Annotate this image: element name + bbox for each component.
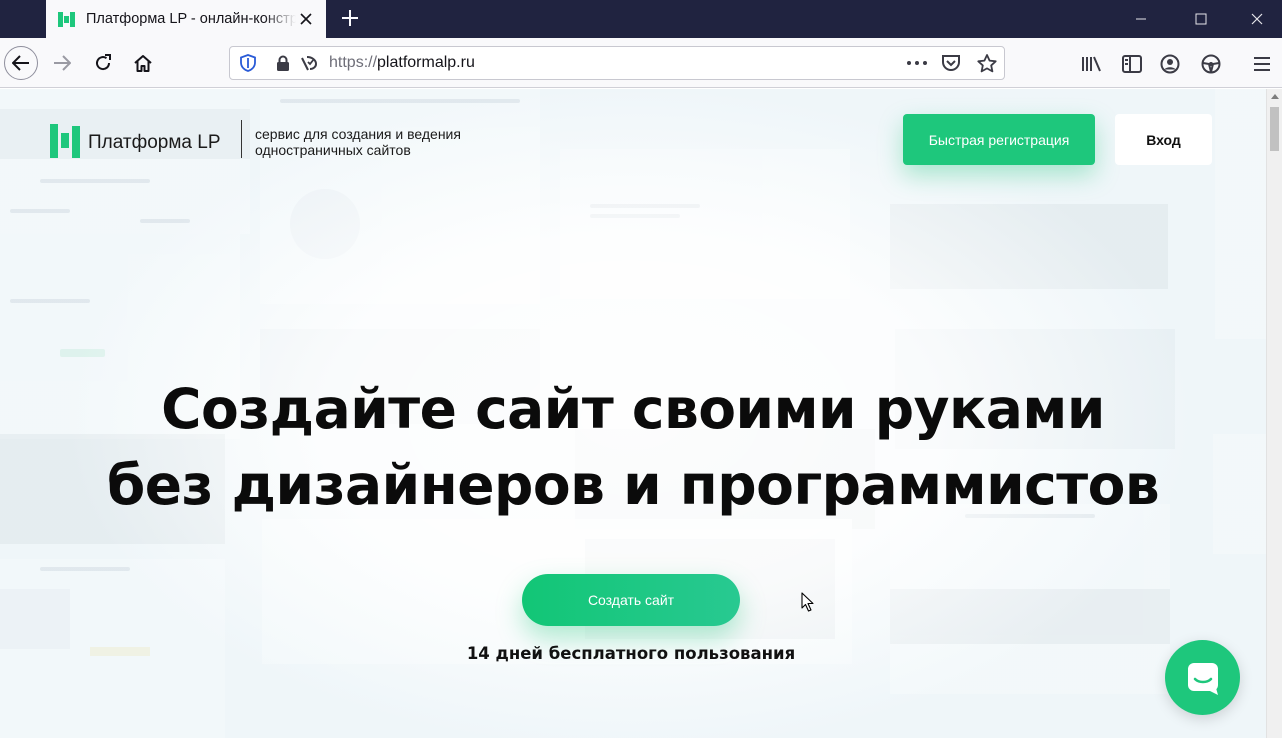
browser-toolbar: https://platformalp.ru [0, 38, 1282, 88]
permissions-icon[interactable] [299, 54, 319, 72]
logo-text: Платформа LP [88, 132, 221, 153]
site-logo[interactable]: Платформа LP [50, 124, 221, 158]
account-icon[interactable] [1159, 53, 1181, 75]
chat-widget-button[interactable] [1165, 640, 1240, 715]
login-button[interactable]: Вход [1115, 114, 1212, 165]
tagline-line-2: одностраничных сайтов [255, 142, 411, 158]
close-window-icon[interactable] [1234, 0, 1280, 38]
site-favicon-icon [58, 11, 76, 27]
site-tagline: сервис для создания и ведения однострани… [255, 126, 461, 158]
browser-titlebar: Платформа LP - онлайн-конструктор [0, 0, 1282, 38]
page-scrollbar[interactable] [1266, 89, 1282, 738]
new-tab-button[interactable] [336, 4, 364, 32]
library-icon[interactable] [1080, 54, 1104, 74]
maximize-window-icon[interactable] [1178, 0, 1224, 38]
tab-title: Платформа LP - онлайн-конструктор [86, 11, 296, 27]
browser-tab[interactable]: Платформа LP - онлайн-конструктор [46, 0, 326, 38]
minimize-window-icon[interactable] [1118, 0, 1164, 38]
quick-registration-button[interactable]: Быстрая регистрация [903, 114, 1095, 165]
hamburger-menu-icon[interactable] [1251, 54, 1273, 74]
sidebar-icon[interactable] [1120, 54, 1144, 74]
back-button[interactable] [4, 46, 38, 80]
forward-button[interactable] [45, 46, 79, 80]
page-viewport: Платформа LP сервис для создания и веден… [0, 89, 1266, 738]
create-site-button[interactable]: Создать сайт [522, 574, 740, 626]
shield-icon[interactable] [239, 54, 257, 72]
address-bar[interactable]: https://platformalp.ru [229, 46, 1005, 80]
extension-icon[interactable] [1200, 53, 1222, 75]
headline-line-2: без дизайнеров и программистов [106, 453, 1160, 517]
logo-divider [241, 120, 242, 158]
chat-icon [1187, 662, 1218, 695]
lock-icon[interactable] [274, 54, 292, 72]
tagline-line-1: сервис для создания и ведения [255, 126, 461, 142]
platforma-logo-icon [50, 124, 84, 158]
headline-line-1: Создайте сайт своими руками [161, 377, 1105, 441]
mouse-cursor-icon [801, 592, 814, 612]
pocket-icon[interactable] [940, 54, 962, 72]
url-text: https://platformalp.ru [329, 54, 475, 71]
reload-button[interactable] [86, 46, 120, 80]
home-button[interactable] [126, 46, 160, 80]
more-dots-icon[interactable] [905, 54, 929, 72]
scroll-up-arrow-icon[interactable] [1271, 94, 1279, 99]
star-icon[interactable] [976, 53, 998, 73]
scrollbar-thumb[interactable] [1270, 107, 1279, 151]
close-tab-icon[interactable] [296, 9, 316, 29]
hero-headline: Создайте сайт своими руками без дизайнер… [0, 371, 1266, 523]
free-trial-note: 14 дней бесплатного пользования [466, 644, 796, 663]
